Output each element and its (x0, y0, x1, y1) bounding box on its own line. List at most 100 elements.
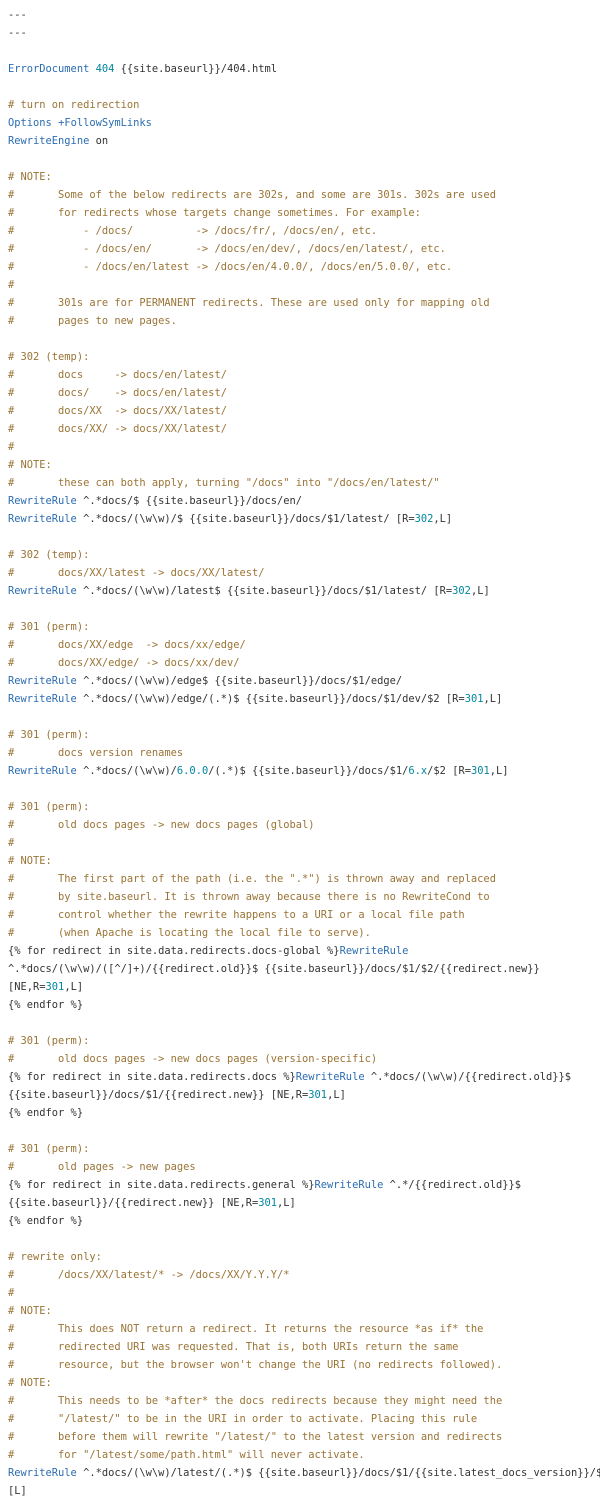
code-text: on (89, 135, 109, 147)
comment-text: # - /docs/ -> /docs/fr/, /docs/en/, etc. (8, 225, 378, 237)
directive-keyword: RewriteRule (8, 513, 77, 525)
directive-keyword: RewriteRule (8, 1467, 77, 1479)
code-line: # NOTE: (8, 456, 598, 474)
code-line: # (8, 834, 598, 852)
code-line: --- (8, 24, 598, 42)
code-text: ,L] (483, 693, 503, 705)
code-text: {{site.baseurl}}/docs/$1/{{redirect.new}… (8, 1089, 309, 1101)
code-line: # (8, 276, 598, 294)
code-line: ^.*docs/(\w\w)/([^/]+)/{{redirect.old}}$… (8, 960, 598, 978)
code-line: # pages to new pages. (8, 312, 598, 330)
code-line: RewriteRule ^.*docs/$ {{site.baseurl}}/d… (8, 492, 598, 510)
comment-text: # docs/XX/latest -> docs/XX/latest/ (8, 567, 265, 579)
code-line: # before them will rewrite "/latest/" to… (8, 1428, 598, 1446)
code-line: RewriteRule ^.*docs/(\w\w)/$ {{site.base… (8, 510, 598, 528)
code-text: {% for redirect in site.data.redirects.g… (8, 1179, 315, 1191)
directive-keyword: RewriteEngine (8, 135, 90, 147)
comment-text: # 302 (temp): (8, 549, 90, 561)
number-literal: 301 (258, 1197, 278, 1209)
htaccess-code-block: --- --- ErrorDocument 404 {{site.baseurl}}… (8, 6, 600, 1500)
directive-keyword: RewriteRule (8, 675, 77, 687)
code-line: # 302 (temp): (8, 348, 598, 366)
code-line: # NOTE: (8, 852, 598, 870)
code-line: # 301 (perm): (8, 726, 598, 744)
directive-keyword: Options (8, 117, 52, 129)
comment-text: # (when Apache is locating the local fil… (8, 927, 371, 939)
code-line: # docs/XX -> docs/XX/latest/ (8, 402, 598, 420)
code-text: ,L] (277, 1197, 296, 1209)
directive-keyword: RewriteRule (8, 765, 77, 777)
comment-text: # "/latest/" to be in the URI in order t… (8, 1413, 478, 1425)
code-text: ,L] (327, 1089, 346, 1101)
comment-text: # redirected URI was requested. That is,… (8, 1341, 459, 1353)
code-line: RewriteRule ^.*docs/(\w\w)/latest/(.*)$ … (8, 1464, 600, 1482)
code-line: # for "/latest/some/path.html" will neve… (8, 1446, 598, 1464)
code-line: # NOTE: (8, 1302, 598, 1320)
comment-text: # control whether the rewrite happens to… (8, 909, 465, 921)
code-text: {% for redirect in site.data.redirects.d… (8, 1071, 296, 1083)
comment-text: # Some of the below redirects are 302s, … (8, 189, 496, 201)
comment-text: # 301 (perm): (8, 729, 90, 741)
code-text: ^.*docs/(\w\w)/latest/(.*)$ {{site.baseu… (76, 1467, 600, 1479)
comment-text: # before them will rewrite "/latest/" to… (8, 1431, 503, 1443)
code-line: # old pages -> new pages (8, 1158, 598, 1176)
code-line: [L] (8, 1482, 598, 1500)
comment-text: # NOTE: (8, 855, 52, 867)
directive-keyword: RewriteRule (8, 495, 77, 507)
code-line: {% endfor %} (8, 996, 598, 1014)
directive-keyword: ErrorDocument (8, 63, 90, 75)
code-line: # docs/XX/latest -> docs/XX/latest/ (8, 564, 598, 582)
comment-text: # for redirects whose targets change som… (8, 207, 421, 219)
code-line: # docs -> docs/en/latest/ (8, 366, 598, 384)
code-line: # old docs pages -> new docs pages (vers… (8, 1050, 598, 1068)
number-literal: 301 (308, 1089, 328, 1101)
code-text: {{site.baseurl}}/{{redirect.new}} [NE,R= (8, 1197, 259, 1209)
code-line: # these can both apply, turning "/docs" … (8, 474, 598, 492)
code-line: # control whether the rewrite happens to… (8, 906, 598, 924)
code-line: # old docs pages -> new docs pages (glob… (8, 816, 598, 834)
comment-text: # by site.baseurl. It is thrown away bec… (8, 891, 490, 903)
code-text: ^.*/{{redirect.old}}$ (383, 1179, 521, 1191)
code-line: # - /docs/en/ -> /docs/en/dev/, /docs/en… (8, 240, 598, 258)
comment-text: # resource, but the browser won't change… (8, 1359, 503, 1371)
code-text: {% for redirect in site.data.redirects.d… (8, 945, 340, 957)
comment-text: # 301 (perm): (8, 621, 90, 633)
comment-text: # 301 (perm): (8, 1143, 90, 1155)
number-literal: 404 (95, 63, 115, 75)
directive-keyword: RewriteRule (8, 693, 77, 705)
code-text: ,L] (470, 585, 490, 597)
directive-keyword: RewriteRule (339, 945, 409, 957)
code-line: # Some of the below redirects are 302s, … (8, 186, 598, 204)
comment-text: # 301 (perm): (8, 801, 90, 813)
code-text: ^.*docs/(\w\w)/{{redirect.old}}$ (364, 1071, 572, 1083)
comment-text: # docs/XX/edge -> docs/xx/edge/ (8, 639, 246, 651)
number-literal: 302 (414, 513, 434, 525)
comment-text: # NOTE: (8, 1305, 52, 1317)
code-line: {% endfor %} (8, 1212, 598, 1230)
directive-keyword: RewriteRule (295, 1071, 365, 1083)
directive-keyword: +FollowSymLinks (58, 117, 152, 129)
code-line: # (when Apache is locating the local fil… (8, 924, 598, 942)
comment-text: # rewrite only: (8, 1251, 102, 1263)
code-line: # rewrite only: (8, 1248, 598, 1266)
code-text: [L] (8, 1485, 27, 1497)
code-text: --- (8, 9, 27, 21)
code-line: RewriteEngine on (8, 132, 598, 150)
code-line: # docs version renames (8, 744, 598, 762)
code-text: ^.*docs/(\w\w)/ (76, 765, 177, 777)
code-line: # (8, 1284, 598, 1302)
code-line: # docs/XX/ -> docs/XX/latest/ (8, 420, 598, 438)
comment-text: # docs -> docs/en/latest/ (8, 369, 227, 381)
code-line: # by site.baseurl. It is thrown away bec… (8, 888, 598, 906)
comment-text: # NOTE: (8, 459, 52, 471)
code-line: # turn on redirection (8, 96, 598, 114)
comment-text: # This needs to be *after* the docs redi… (8, 1395, 503, 1407)
code-line: # 301 (perm): (8, 798, 598, 816)
